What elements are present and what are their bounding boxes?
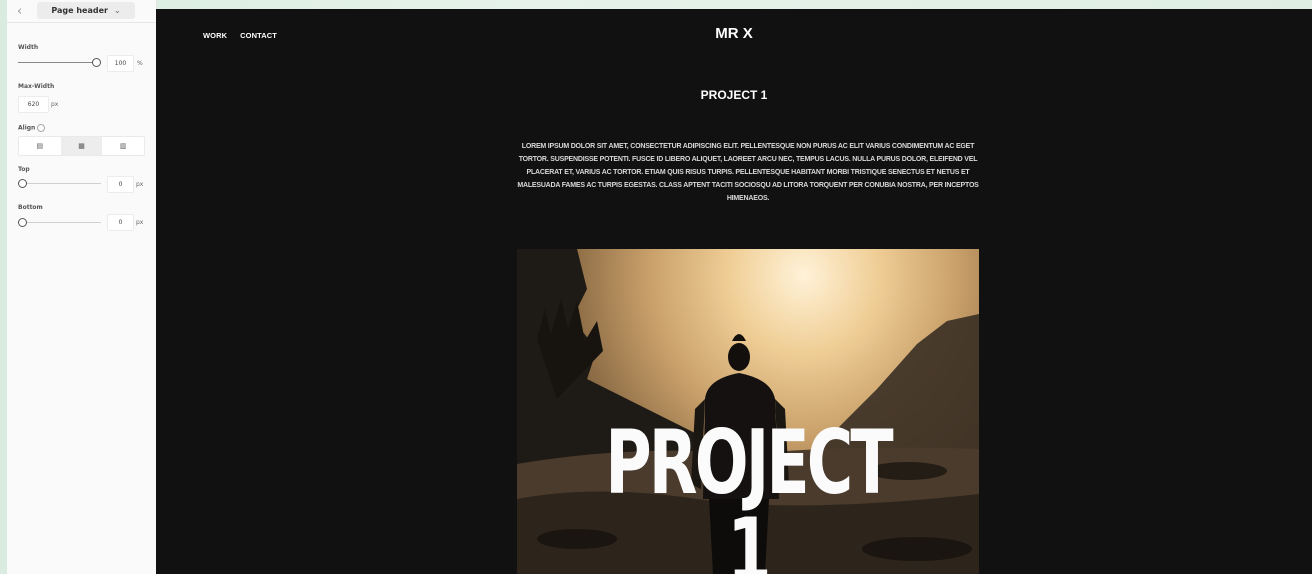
bottom-label: Bottom: [18, 204, 43, 211]
width-slider-handle[interactable]: [92, 58, 101, 67]
properties-panel: ‹ Page header ⌄ Width 100 % Max-Width 62…: [7, 0, 157, 574]
project-title[interactable]: PROJECT 1: [156, 88, 1312, 102]
max-width-unit: px: [51, 101, 59, 108]
info-icon[interactable]: [37, 124, 46, 132]
width-unit: %: [137, 60, 143, 67]
bottom-slider-handle[interactable]: [18, 218, 27, 227]
align-center-icon[interactable]: ▦: [60, 137, 103, 155]
width-input[interactable]: 100: [107, 55, 134, 72]
section-dropdown[interactable]: Page header ⌄: [37, 2, 135, 19]
site-title[interactable]: MR X: [156, 25, 1312, 42]
width-label: Width: [18, 44, 39, 51]
top-input[interactable]: 0: [107, 176, 134, 193]
max-width-input[interactable]: 620: [18, 96, 49, 113]
align-right-icon[interactable]: ▥: [102, 137, 144, 155]
hero-image[interactable]: PROJECT 1: [517, 249, 979, 574]
align-label: Align: [18, 124, 46, 132]
project-description[interactable]: LOREM IPSUM DOLOR SIT AMET, CONSECTETUR …: [517, 140, 979, 205]
site-preview: WORK CONTACT MR X PROJECT 1 LOREM IPSUM …: [156, 9, 1312, 574]
top-slider-handle[interactable]: [18, 179, 27, 188]
align-left-icon[interactable]: ▤: [19, 137, 61, 155]
top-unit: px: [136, 181, 144, 188]
align-label-text: Align: [18, 124, 36, 132]
width-slider[interactable]: [18, 62, 98, 63]
chevron-left-icon[interactable]: ‹: [17, 4, 22, 19]
bottom-unit: px: [136, 219, 144, 226]
bottom-slider[interactable]: [18, 222, 101, 223]
hero-overlay-title: PROJECT 1: [605, 411, 893, 574]
panel-toolbar: ‹ Page header ⌄: [7, 0, 156, 23]
top-label: Top: [18, 166, 30, 173]
chevron-down-icon: ⌄: [113, 6, 121, 15]
max-width-label: Max-Width: [18, 83, 55, 90]
section-dropdown-label: Page header: [51, 6, 108, 15]
align-segmented-control: ▤ ▦ ▥: [18, 136, 145, 156]
bottom-input[interactable]: 0: [107, 214, 134, 231]
top-slider[interactable]: [18, 183, 101, 184]
